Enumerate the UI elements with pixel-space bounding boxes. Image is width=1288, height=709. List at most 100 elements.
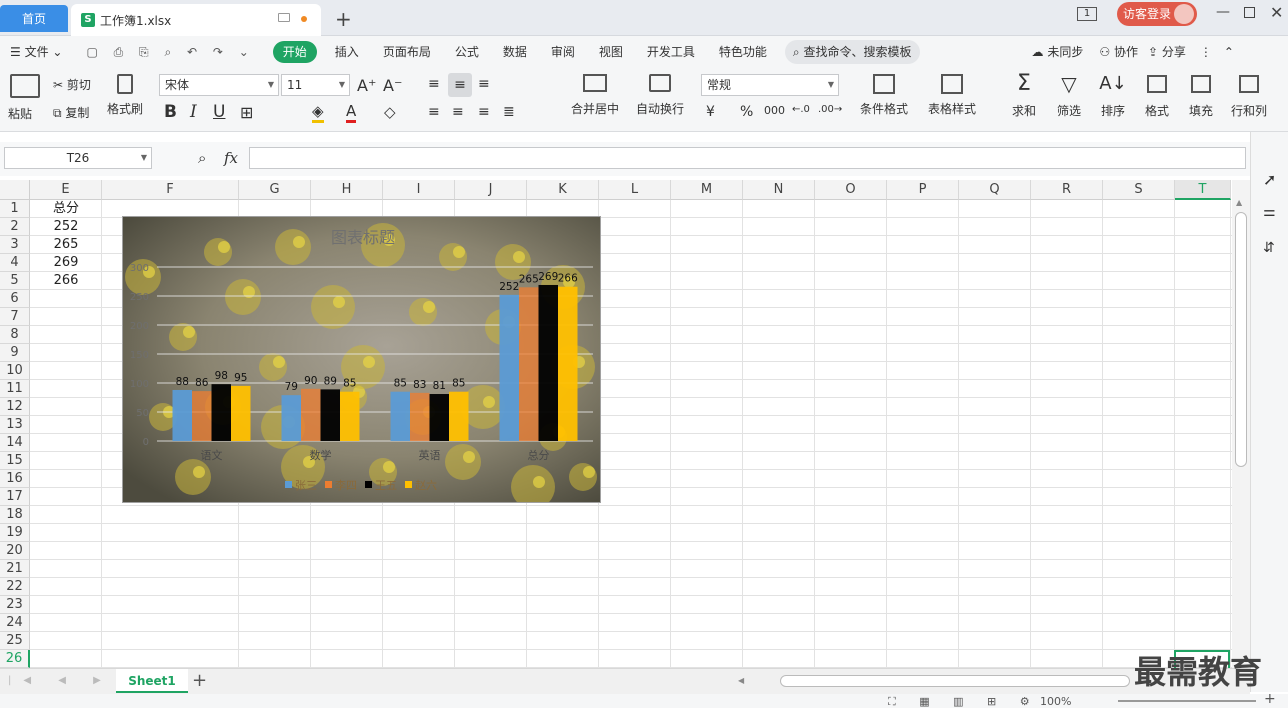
add-sheet-button[interactable]: +: [192, 670, 207, 691]
percent-icon[interactable]: %: [740, 104, 753, 120]
align-top-icon[interactable]: ≡: [428, 76, 440, 92]
row-header-22[interactable]: 22: [0, 578, 30, 596]
row-header-26[interactable]: 26: [0, 650, 30, 668]
cell-E1[interactable]: 总分: [30, 200, 102, 218]
row-header-14[interactable]: 14: [0, 434, 30, 452]
row-header-24[interactable]: 24: [0, 614, 30, 632]
column-header-Q[interactable]: Q: [959, 180, 1031, 200]
row-header-21[interactable]: 21: [0, 560, 30, 578]
zoom-search-icon[interactable]: ⌕: [198, 149, 206, 167]
zoom-slider[interactable]: [1118, 700, 1256, 702]
row-header-6[interactable]: 6: [0, 290, 30, 308]
increase-font-icon[interactable]: A⁺: [357, 76, 376, 95]
collapse-ribbon-icon[interactable]: ⌃: [1220, 36, 1238, 68]
cell-E2[interactable]: 252: [30, 218, 102, 236]
status-view-icons[interactable]: ⛶ ▦ ▥ ⊞ ⚙: [888, 695, 1040, 709]
decrease-font-icon[interactable]: A⁻: [383, 76, 402, 95]
font-size-select[interactable]: 11 ▼: [281, 74, 350, 96]
italic-button[interactable]: I: [190, 102, 197, 122]
conditional-format-button[interactable]: 条件格式: [856, 74, 912, 117]
align-center-icon[interactable]: ≡: [452, 104, 464, 120]
column-header-S[interactable]: S: [1103, 180, 1175, 200]
column-header-H[interactable]: H: [311, 180, 383, 200]
zoom-in-icon[interactable]: +: [1264, 691, 1276, 707]
column-header-J[interactable]: J: [455, 180, 527, 200]
sort-button[interactable]: A↓ 排序: [1097, 72, 1129, 119]
decrease-decimal-icon[interactable]: .00→: [818, 104, 842, 115]
row-header-19[interactable]: 19: [0, 524, 30, 542]
font-name-select[interactable]: 宋体 ▼: [159, 74, 279, 96]
cell-E4[interactable]: 269: [30, 254, 102, 272]
row-header-8[interactable]: 8: [0, 326, 30, 344]
chart[interactable]: 0 50 100 150 200 250 300 88 86 98 95 语文 79 90 89 85 数学 85…: [122, 216, 601, 503]
h-scroll-thumb[interactable]: [780, 675, 1130, 687]
select-all-corner[interactable]: [0, 180, 30, 200]
clear-format-icon[interactable]: ◇: [384, 103, 396, 121]
scroll-thumb[interactable]: [1235, 212, 1247, 467]
row-header-20[interactable]: 20: [0, 542, 30, 560]
login-button[interactable]: 访客登录: [1117, 2, 1197, 26]
thousands-icon[interactable]: 000: [764, 104, 785, 117]
column-header-G[interactable]: G: [239, 180, 311, 200]
cut-button[interactable]: ✂ 剪切: [53, 76, 91, 93]
table-style-button[interactable]: 表格样式: [924, 74, 980, 117]
align-bottom-icon[interactable]: ≡: [478, 76, 490, 92]
merge-center-button[interactable]: 合并居中: [567, 74, 623, 117]
menu-view[interactable]: 视图: [587, 36, 635, 68]
row-header-12[interactable]: 12: [0, 398, 30, 416]
bold-button[interactable]: B: [164, 102, 177, 122]
row-header-23[interactable]: 23: [0, 596, 30, 614]
function-icon[interactable]: fx: [224, 149, 238, 167]
column-header-O[interactable]: O: [815, 180, 887, 200]
name-box[interactable]: T26 ▼: [4, 147, 152, 169]
paste-button[interactable]: [10, 74, 40, 98]
maximize-button[interactable]: [1244, 7, 1255, 18]
menu-start[interactable]: 开始: [272, 41, 317, 63]
transform-icon[interactable]: ⇵: [1263, 240, 1275, 256]
rows-cols-button[interactable]: 行和列: [1229, 72, 1269, 119]
filter-button[interactable]: ▽ 筛选: [1053, 72, 1085, 119]
row-header-16[interactable]: 16: [0, 470, 30, 488]
sync-button[interactable]: ☁ 未同步: [1020, 36, 1096, 68]
row-header-3[interactable]: 3: [0, 236, 30, 254]
column-header-T[interactable]: T: [1175, 180, 1231, 200]
cursor-select-icon[interactable]: ➚: [1263, 170, 1276, 189]
collab-button[interactable]: ⚇ 协作: [1095, 36, 1142, 68]
align-right-icon[interactable]: ≡: [478, 104, 490, 120]
new-tab-button[interactable]: +: [335, 7, 352, 31]
scroll-up-arrow[interactable]: ▲: [1236, 198, 1242, 207]
menu-developer[interactable]: 开发工具: [635, 36, 707, 68]
row-header-15[interactable]: 15: [0, 452, 30, 470]
zoom-level[interactable]: 100%: [1040, 695, 1071, 708]
menu-insert[interactable]: 插入: [323, 36, 371, 68]
minimize-button[interactable]: —: [1216, 4, 1230, 20]
justify-icon[interactable]: ≣: [503, 104, 515, 120]
cell-E3[interactable]: 265: [30, 236, 102, 254]
file-menu[interactable]: ☰ 文件 ⌄: [0, 36, 74, 68]
align-left-icon[interactable]: ≡: [428, 104, 440, 120]
align-middle-icon[interactable]: ≡: [448, 73, 472, 97]
currency-icon[interactable]: ¥: [706, 104, 715, 120]
column-header-N[interactable]: N: [743, 180, 815, 200]
fill-color-icon[interactable]: ◈: [312, 102, 324, 123]
row-header-2[interactable]: 2: [0, 218, 30, 236]
tab-home[interactable]: 首页: [0, 5, 68, 32]
formula-input[interactable]: [249, 147, 1246, 169]
column-header-I[interactable]: I: [383, 180, 455, 200]
row-header-5[interactable]: 5: [0, 272, 30, 290]
menu-page-layout[interactable]: 页面布局: [371, 36, 443, 68]
column-header-F[interactable]: F: [102, 180, 239, 200]
chart-title[interactable]: 图表标题: [331, 228, 395, 247]
menu-formula[interactable]: 公式: [443, 36, 491, 68]
row-header-18[interactable]: 18: [0, 506, 30, 524]
column-header-P[interactable]: P: [887, 180, 959, 200]
menu-special[interactable]: 特色功能: [707, 36, 779, 68]
monitor-icon[interactable]: [278, 13, 290, 22]
row-header-11[interactable]: 11: [0, 380, 30, 398]
column-header-R[interactable]: R: [1031, 180, 1103, 200]
copy-button[interactable]: ⧉ 复制: [53, 104, 89, 121]
row-header-17[interactable]: 17: [0, 488, 30, 506]
auto-wrap-button[interactable]: 自动换行: [636, 74, 684, 117]
more-icon[interactable]: ⋮: [1192, 36, 1220, 68]
row-header-10[interactable]: 10: [0, 362, 30, 380]
